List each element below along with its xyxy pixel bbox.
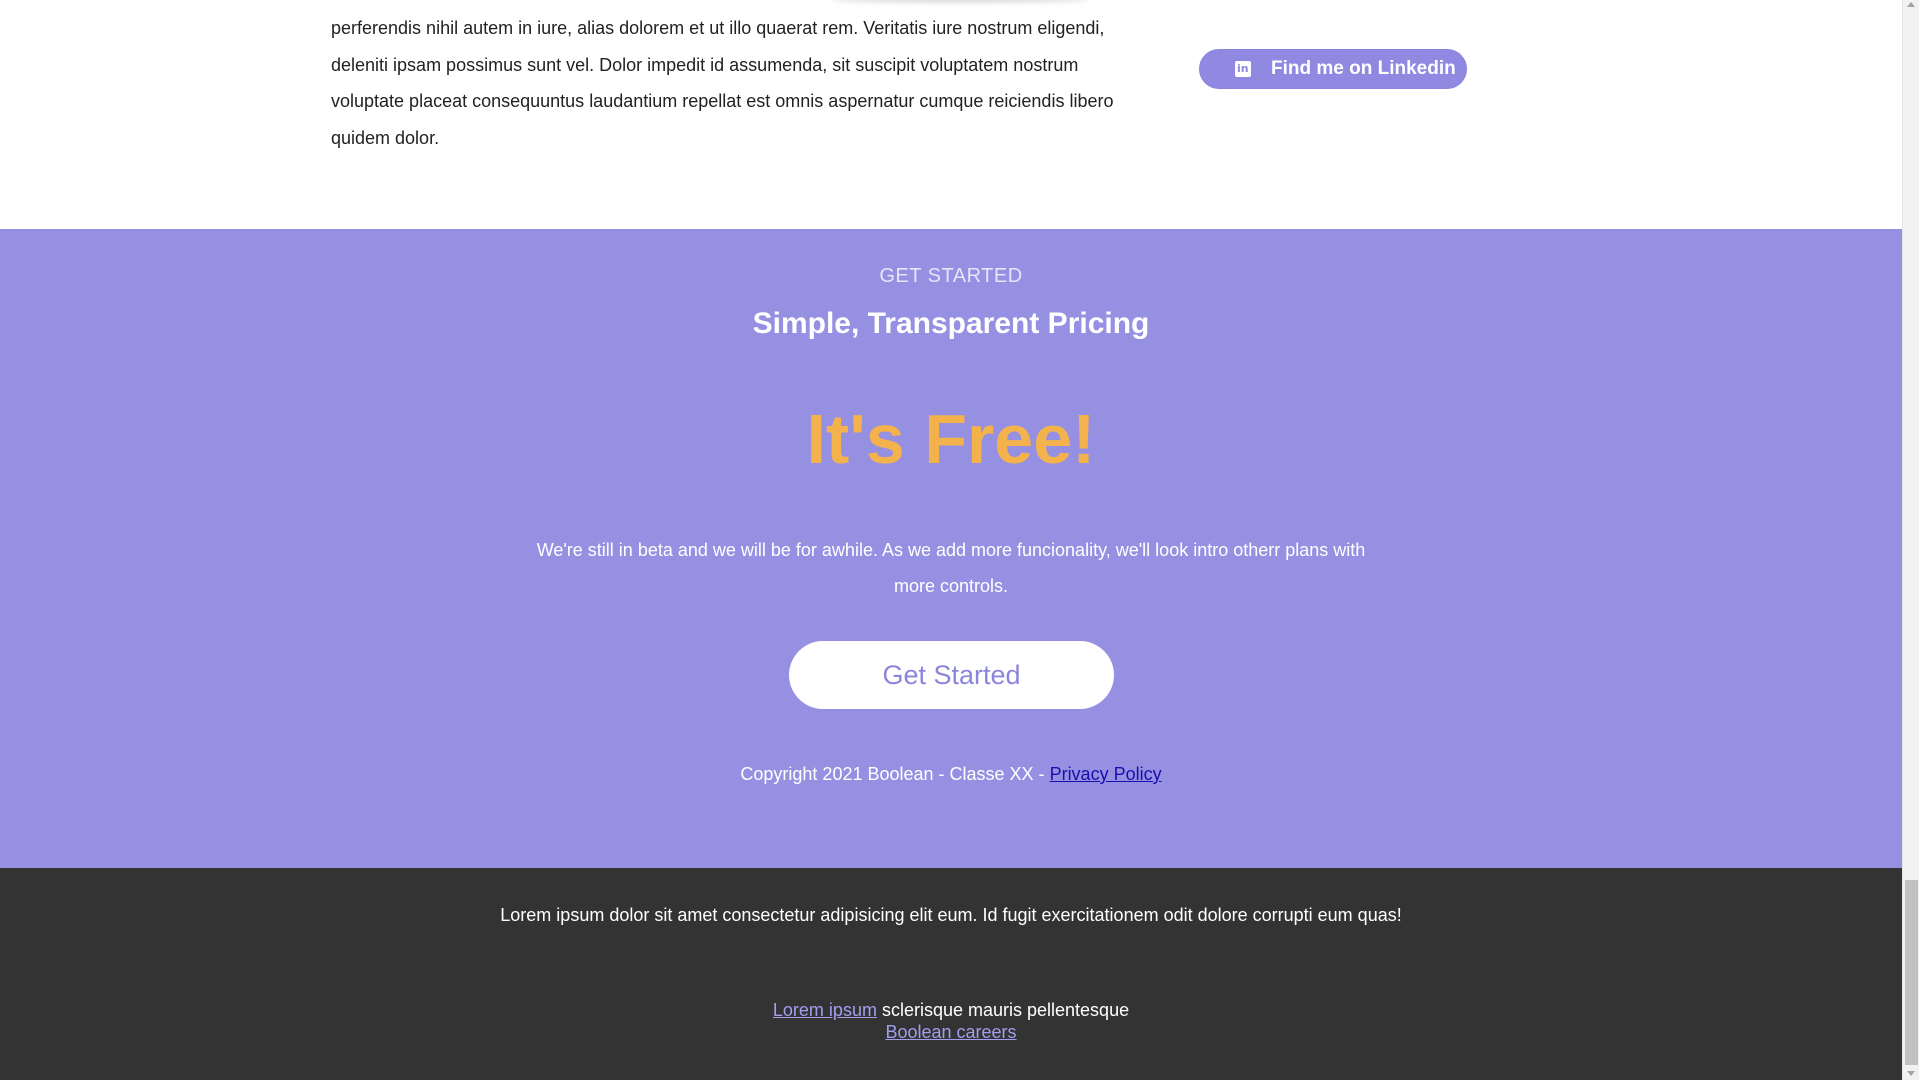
linkedin-button-label: Find me on Linkedin <box>1271 58 1456 79</box>
about-line: quidem dolor. <box>331 128 440 149</box>
copyright: Copyright 2021 Boolean - Classe XX - Pri… <box>0 764 1902 785</box>
privacy-policy-link[interactable]: Privacy Policy <box>1050 764 1162 784</box>
pricing-eyebrow: GET STARTED <box>879 265 1023 287</box>
footer-link-row: Boolean careers <box>0 1021 1902 1043</box>
footer-link-row: Lorem ipsum sclerisque mauris pellentesq… <box>0 999 1902 1021</box>
pricing-title: Simple, Transparent Pricing <box>752 307 1150 340</box>
lorem-ipsum-link[interactable]: Lorem ipsum <box>773 1000 877 1020</box>
pricing-headline: It's Free! <box>806 400 1096 478</box>
pricing-description: We're still in beta and we will be for a… <box>536 540 1366 596</box>
footer-text: Lorem ipsum dolor sit amet consectetur a… <box>500 905 1402 925</box>
scroll-up-arrow-icon[interactable] <box>1907 2 1915 7</box>
pricing-section: GET STARTED Simple, Transparent Pricing … <box>0 229 1902 868</box>
boolean-careers-link[interactable]: Boolean careers <box>885 1022 1016 1042</box>
get-started-button[interactable]: Get Started <box>789 641 1114 709</box>
page: perferendis nihil autem in iure, alias d… <box>0 0 1902 1080</box>
about-paragraph: perferendis nihil autem in iure, alias d… <box>331 10 1131 157</box>
about-section: perferendis nihil autem in iure, alias d… <box>0 0 1902 229</box>
footer-links: Lorem ipsum sclerisque mauris pellentesq… <box>0 999 1902 1043</box>
about-line: voluptate placeat consequuntus laudantiu… <box>331 91 1114 112</box>
scroll-thumb[interactable] <box>1905 880 1918 1065</box>
about-line: perferendis nihil autem in iure, alias d… <box>331 18 1105 38</box>
footer-link-suffix: sclerisque mauris pellentesque <box>876 1000 1130 1020</box>
vertical-scrollbar[interactable] <box>1902 0 1919 1080</box>
scroll-down-arrow-icon[interactable] <box>1907 1071 1915 1076</box>
copyright-text: Copyright 2021 Boolean - Classe XX - <box>740 764 1050 784</box>
linkedin-button[interactable]: in Find me on Linkedin <box>1199 49 1467 89</box>
about-line: deleniti ipsam possimus sunt vel. Dolor … <box>331 54 1079 75</box>
linkedin-icon: in <box>1235 61 1251 77</box>
site-footer: Lorem ipsum dolor sit amet consectetur a… <box>0 868 1902 1080</box>
